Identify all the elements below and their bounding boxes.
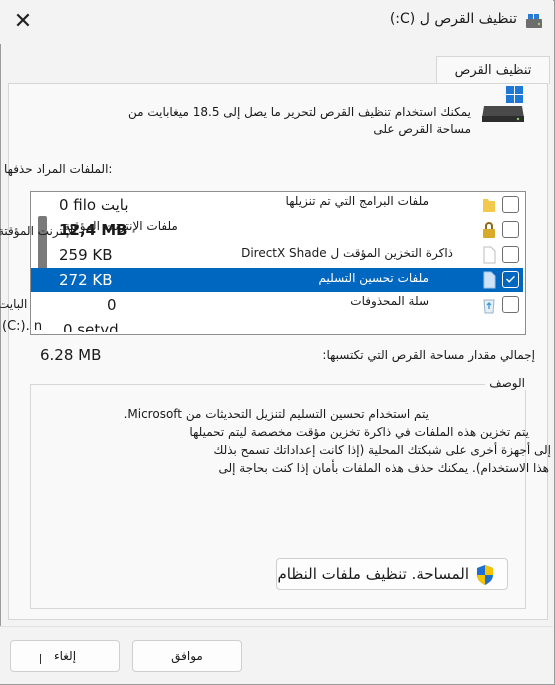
file-size: 272 KB [59,271,113,289]
cancel-button[interactable]: إلغاء [10,640,120,672]
checkbox[interactable] [502,246,519,263]
uac-shield-icon [477,565,493,585]
folder-icon [483,199,495,212]
list-item[interactable]: 0 filo بايت ملفات البرامج التي تم تنزيله… [31,193,523,217]
file-size: 0 setyd [63,321,119,332]
files-to-delete-label: :الملفات المراد حذفها [4,162,113,176]
file-icon [483,246,496,264]
description-text: يتم استخدام تحسين التسليم لتنزيل التحديث… [0,405,551,477]
file-size: 259 KB [59,246,113,264]
file-name: ملفات تحسين التسليم [318,271,430,285]
file-size: 0 [107,296,117,314]
overlap-drive: (C:). n [2,319,43,334]
description-line: إلى أجهزة أخرى على شبكتك المحلية (إذا كا… [213,443,551,457]
total-space-label: إجمالي مقدار مساحة القرص التي تكتسبها: [322,348,535,362]
file-size: 0 filo بايت [59,196,129,214]
overlap-bytes: البايت [0,297,28,311]
intro-text: يمكنك استخدام تنظيف القرص لتحرير ما يصل … [127,105,471,136]
description-line: هذا الاستخدام). يمكنك حذف هذه الملفات بأ… [218,461,549,475]
text-cursor [40,654,41,664]
list-item-selected[interactable]: 272 KB ملفات تحسين التسليم [31,268,523,292]
checkbox-checked[interactable] [502,271,519,288]
total-space-value: 6.28 MB [40,346,102,364]
list-item[interactable]: 259 KB ذاكرة التخزين المؤقت ل DirectX Sh… [31,243,523,267]
list-item[interactable]: 0 سلة المحذوفات [31,293,523,317]
window-title: تنظيف القرص ل (C:) [389,11,517,27]
file-icon [483,271,496,289]
recycle-bin-icon [483,299,495,314]
file-name: سلة المحذوفات [350,294,429,308]
title-bar: ✕ تنظيف القرص ل (C:) [0,0,553,44]
description-line: يتم تخزين هذه الملفات في ذاكرة تخزين مؤق… [189,425,529,439]
checkbox[interactable] [502,196,519,213]
file-name: ملفات البرامج التي تم تنزيلها [285,194,429,208]
close-icon[interactable]: ✕ [8,8,38,36]
lock-icon [483,222,495,238]
check-icon [506,275,515,283]
ok-button[interactable]: موافق [132,640,242,672]
overlap-label: ملفات الإنترنت المؤقتة [64,219,178,233]
checkbox[interactable] [502,221,519,238]
tab-disk-cleanup[interactable]: تنظيف القرص [436,56,550,84]
description-line: يتم استخدام تحسين التسليم لتنزيل التحديث… [123,407,429,421]
list-item[interactable]: 0 setyd [31,318,523,332]
file-name: ذاكرة التخزين المؤقت ل DirectX Shade [241,246,453,260]
description-title: الوصف [485,376,529,390]
drive-icon [482,86,524,122]
disk-cleanup-icon [526,14,542,28]
cleanup-system-files-button[interactable]: المساحة. تنظيف ملفات النظام [276,558,508,590]
cleanup-button-label: المساحة. تنظيف ملفات النظام [277,565,469,583]
checkbox[interactable] [502,296,519,313]
overlap-temp-files: الإنترنت المؤقتة [0,224,77,238]
